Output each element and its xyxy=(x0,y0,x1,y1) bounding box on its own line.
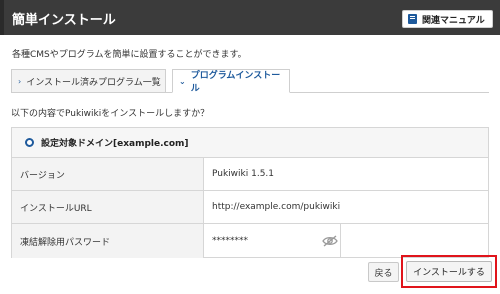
table-row-version: バージョン Pukiwiki 1.5.1 xyxy=(12,158,488,191)
eye-slash-icon[interactable] xyxy=(322,235,338,247)
header-bar: 簡単インストール 関連マニュアル xyxy=(0,0,500,35)
book-icon xyxy=(408,14,417,24)
table-row-install-url: インストールURL http://example.com/pukiwiki xyxy=(12,191,488,224)
install-url-value: http://example.com/pukiwiki xyxy=(212,202,341,212)
related-manual-button[interactable]: 関連マニュアル xyxy=(402,10,493,28)
table-row-unfreeze-password: 凍結解除用パスワード ******** xyxy=(12,224,488,258)
tab-installed-programs-label: インストール済みプログラム一覧 xyxy=(26,77,161,88)
tab-bar: › インストール済みプログラム一覧 ⌄ プログラムインストール xyxy=(11,69,489,94)
chevron-down-icon: ⌄ xyxy=(179,76,186,86)
back-button[interactable]: 戻る xyxy=(368,262,399,282)
unfreeze-password-cell: ******** xyxy=(204,224,488,258)
install-url-label: インストールURL xyxy=(12,191,204,223)
password-value: ******** xyxy=(204,224,341,258)
confirm-question: 以下の内容でPukiwikiをインストールしますか？ xyxy=(11,109,210,119)
page-description: 各種CMSやプログラムを簡単に設置することができます。 xyxy=(12,50,247,60)
chevron-right-icon: › xyxy=(18,76,22,86)
version-value: Pukiwiki 1.5.1 xyxy=(212,169,275,179)
page-title: 簡単インストール xyxy=(12,13,116,28)
tab-installed-programs[interactable]: › インストール済みプログラム一覧 xyxy=(11,69,166,93)
tab-program-install-label: プログラムインストール xyxy=(190,71,281,94)
unfreeze-password-label: 凍結解除用パスワード xyxy=(12,224,204,258)
tab-program-install[interactable]: ⌄ プログラムインストール xyxy=(172,69,290,94)
version-label: バージョン xyxy=(12,158,204,190)
header-accent xyxy=(0,0,4,35)
domain-header: 設定対象ドメイン[example.com] xyxy=(12,128,488,158)
domain-label: 設定対象ドメイン[example.com] xyxy=(41,139,189,149)
install-button[interactable]: インストールする xyxy=(406,261,492,282)
related-manual-label: 関連マニュアル xyxy=(422,15,485,26)
install-confirm-panel: 設定対象ドメイン[example.com] バージョン Pukiwiki 1.5… xyxy=(11,127,489,258)
password-masked: ******** xyxy=(212,236,248,246)
radio-icon xyxy=(25,138,34,147)
